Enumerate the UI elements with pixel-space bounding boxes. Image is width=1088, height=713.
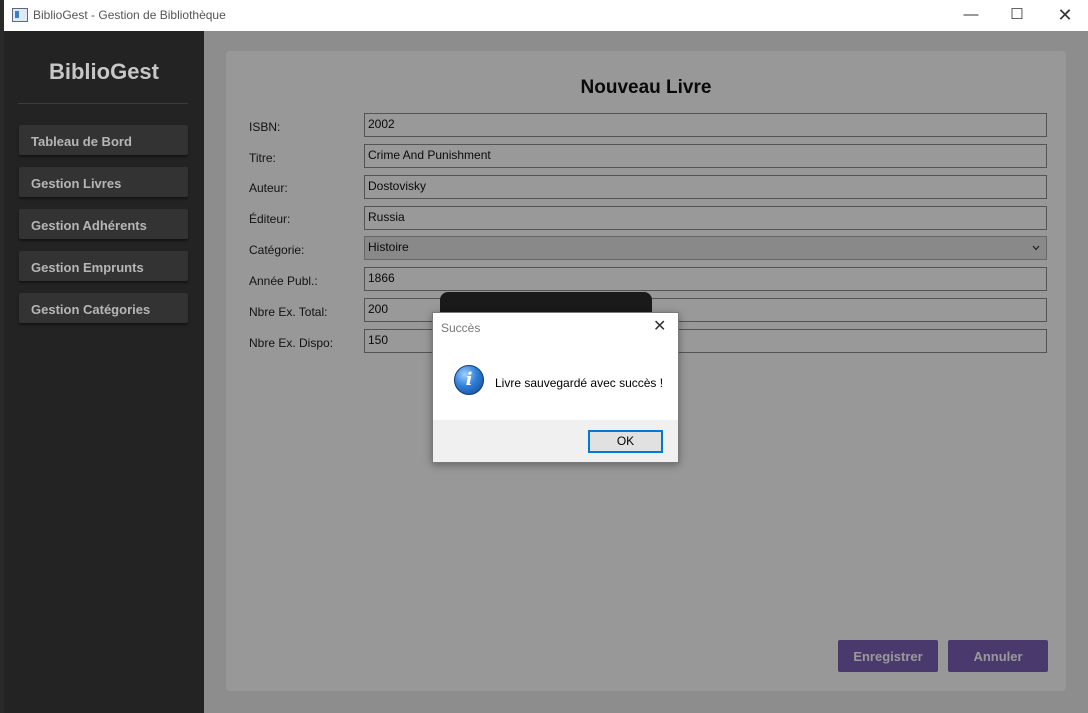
ok-button[interactable]: OK: [588, 430, 663, 453]
sidebar-item-gestion-emprunts[interactable]: Gestion Emprunts: [19, 251, 188, 281]
sidebar-divider: [18, 103, 188, 104]
dialog-footer: OK: [433, 420, 678, 462]
title-bar: BiblioGest - Gestion de Bibliothèque — ☐…: [4, 0, 1088, 32]
sidebar-app-title: BiblioGest: [48, 59, 159, 84]
info-icon: i: [454, 365, 484, 395]
success-dialog: Succès ✕ i Livre sauvegardé avec succès …: [432, 312, 679, 463]
dialog-title: Succès: [441, 321, 481, 335]
app-window: BiblioGest - Gestion de Bibliothèque — ☐…: [4, 0, 1088, 713]
window-title: BiblioGest - Gestion de Bibliothèque: [33, 8, 226, 22]
dialog-message: Livre sauvegardé avec succès !: [495, 376, 664, 390]
sidebar-item-tableau-de-bord[interactable]: Tableau de Bord: [19, 125, 188, 155]
app-window-icon: [12, 8, 28, 22]
sidebar-item-gestion-categories[interactable]: Gestion Catégories: [19, 293, 188, 323]
sidebar: BiblioGest Tableau de Bord Gestion Livre…: [4, 31, 204, 713]
sidebar-item-gestion-livres[interactable]: Gestion Livres: [19, 167, 188, 197]
minimize-button[interactable]: —: [948, 0, 994, 31]
sidebar-item-gestion-adherents[interactable]: Gestion Adhérents: [19, 209, 188, 239]
maximize-button[interactable]: ☐: [994, 0, 1040, 31]
close-window-button[interactable]: ✕: [1042, 0, 1088, 31]
dialog-close-icon[interactable]: ✕: [653, 316, 666, 336]
